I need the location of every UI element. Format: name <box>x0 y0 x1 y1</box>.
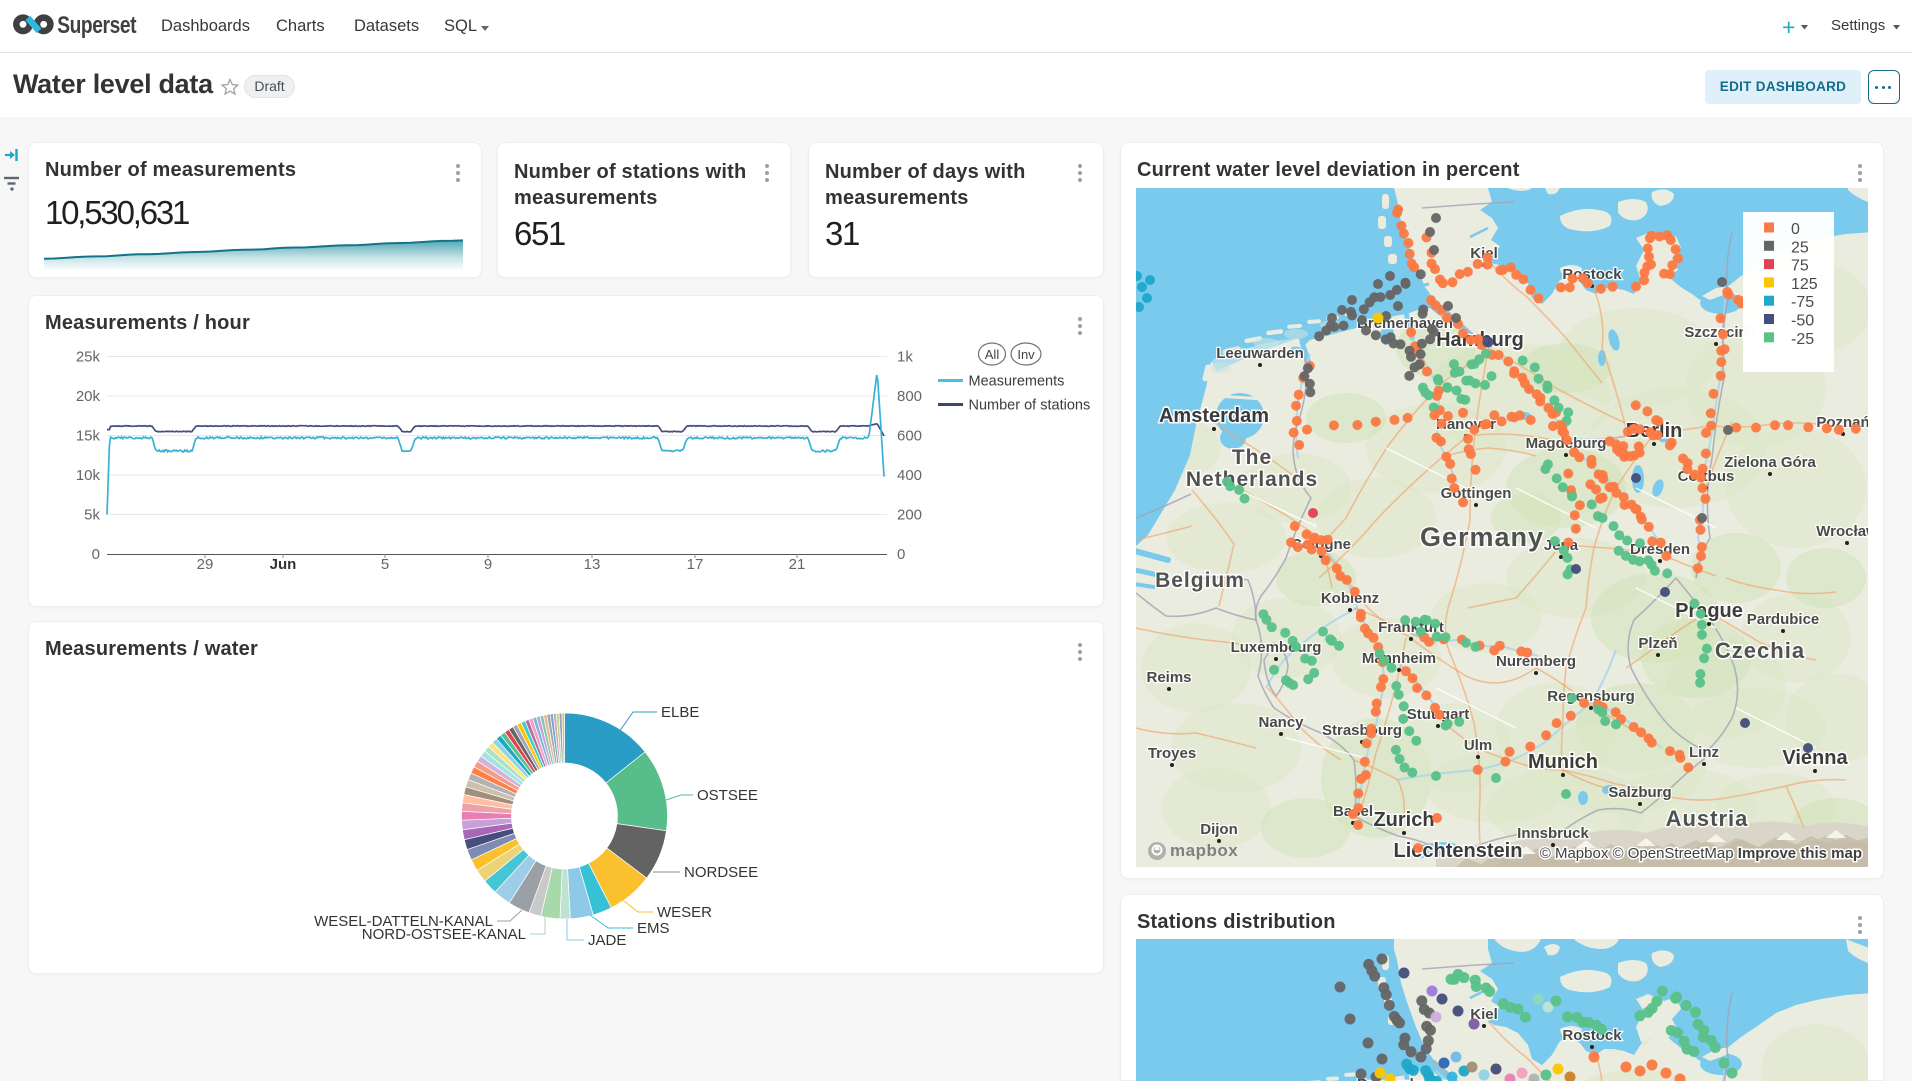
svg-text:Superset: Superset <box>57 11 136 39</box>
